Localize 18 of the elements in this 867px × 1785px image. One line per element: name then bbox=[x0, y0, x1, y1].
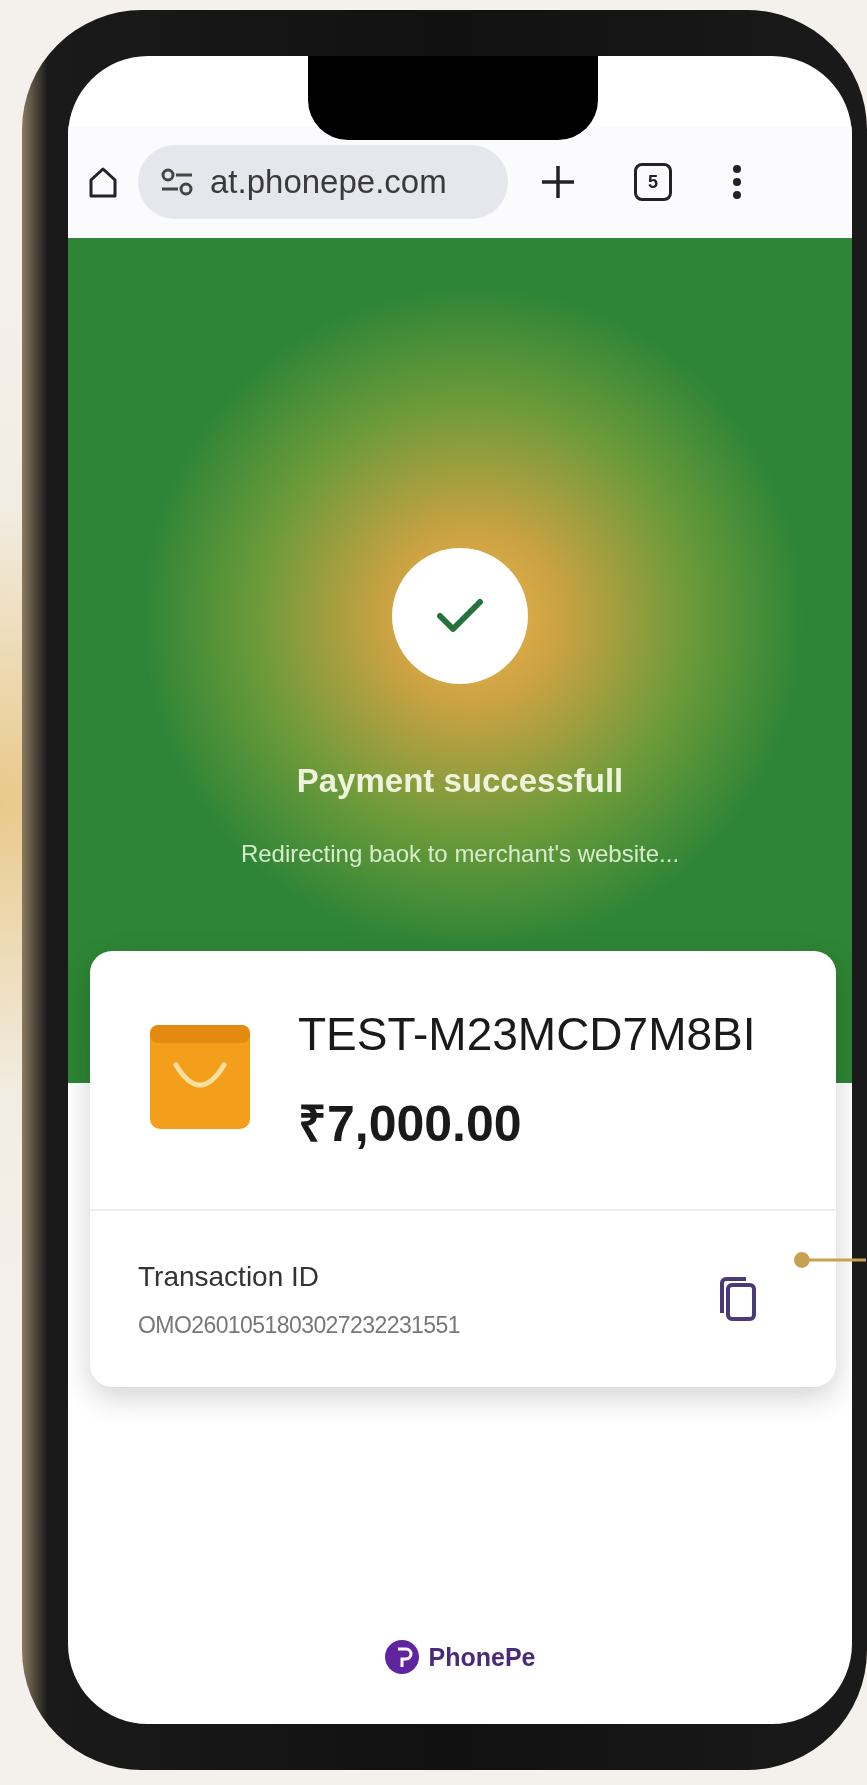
menu-icon[interactable] bbox=[732, 164, 742, 200]
site-settings-icon[interactable] bbox=[160, 168, 194, 196]
payment-amount: ₹7,000.00 bbox=[298, 1095, 523, 1154]
shopping-bag-icon bbox=[150, 1025, 250, 1129]
brand-name: PhonePe bbox=[428, 1641, 536, 1673]
new-tab-icon[interactable] bbox=[540, 164, 576, 200]
success-title: Payment successfull bbox=[296, 761, 624, 801]
brand-logo-icon bbox=[384, 1640, 419, 1675]
merchant-reference: TEST-M23MCD7M8BI bbox=[298, 1011, 756, 1057]
copy-icon[interactable] bbox=[718, 1275, 758, 1323]
tab-count-button[interactable]: 5 bbox=[634, 163, 672, 201]
transaction-id-label: Transaction ID bbox=[138, 1259, 321, 1294]
address-bar[interactable]: at.phonepe.com bbox=[138, 145, 508, 219]
home-icon[interactable] bbox=[88, 166, 118, 198]
checkmark-icon bbox=[436, 598, 484, 634]
transaction-id-value: OMO2601051803027232231551 bbox=[138, 1310, 460, 1340]
url-text: at.phonepe.com bbox=[210, 162, 447, 203]
redirect-message: Redirecting baok to merchant's website... bbox=[240, 838, 680, 869]
